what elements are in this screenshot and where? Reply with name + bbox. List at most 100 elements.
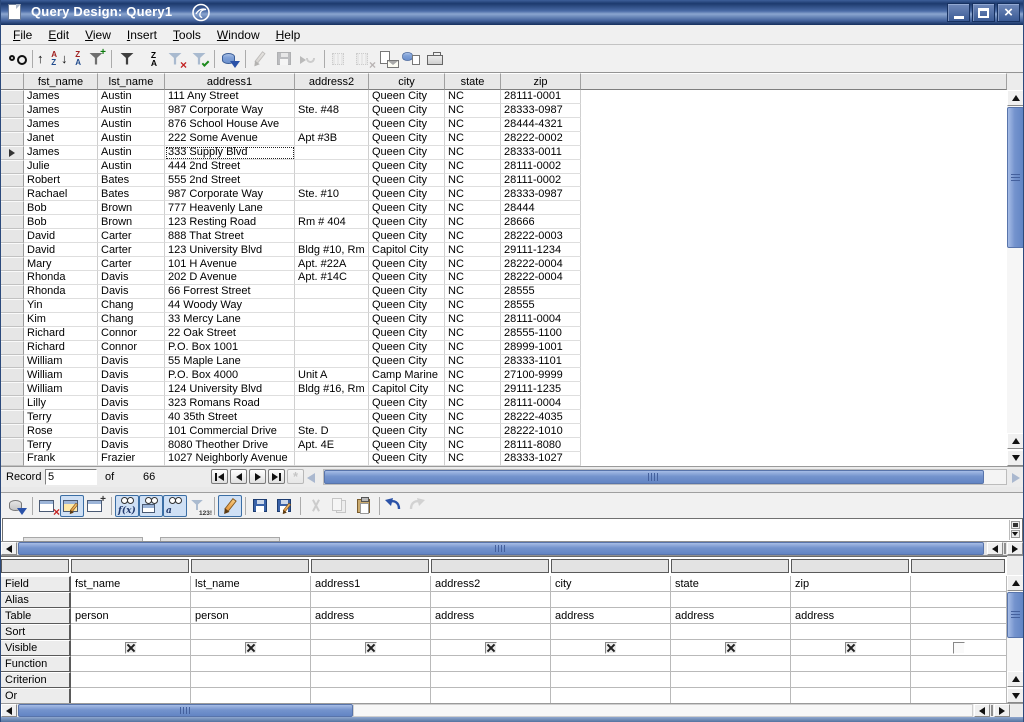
table-cell[interactable]: 28444-4321 [501, 118, 581, 132]
design-cell-criterion[interactable] [671, 672, 791, 688]
design-cell-field[interactable]: lst_name [191, 576, 311, 592]
table-cell[interactable]: NC [445, 452, 501, 466]
table-cell[interactable]: Apt. #22A [295, 257, 369, 271]
apply-filter-icon[interactable] [187, 48, 211, 70]
table-cell[interactable]: 28222-0002 [501, 132, 581, 146]
row-selector[interactable] [1, 341, 24, 355]
table-cell[interactable] [295, 285, 369, 299]
table-cell[interactable]: Lilly [24, 396, 98, 410]
design-cell-or[interactable] [671, 688, 791, 704]
table-cell[interactable]: Queen City [369, 132, 445, 146]
table-cell[interactable]: Apt. #14C [295, 271, 369, 285]
table-cell[interactable]: Chang [98, 299, 165, 313]
sort-ascending-icon[interactable]: ↑AZ [36, 48, 60, 70]
table-cell[interactable]: 28333-0987 [501, 104, 581, 118]
table-cell[interactable]: NC [445, 243, 501, 257]
column-header-zip[interactable]: zip [501, 73, 581, 90]
row-selector[interactable] [1, 396, 24, 410]
table-cell[interactable]: Austin [98, 90, 165, 104]
table-cell[interactable]: 28111-0004 [501, 396, 581, 410]
table-cell[interactable]: Austin [98, 160, 165, 174]
refresh-icon[interactable] [218, 48, 242, 70]
design-view-on-off-icon[interactable] [60, 495, 84, 517]
column-header-address1[interactable]: address1 [165, 73, 295, 90]
table-cell[interactable]: Richard [24, 327, 98, 341]
design-cell-table[interactable]: address [791, 608, 911, 624]
save-icon[interactable] [249, 495, 273, 517]
table-cell[interactable]: Davis [98, 396, 165, 410]
table-cell[interactable]: Bob [24, 201, 98, 215]
design-cell-visible[interactable] [671, 640, 791, 656]
table-cell[interactable]: 40 35th Street [165, 410, 295, 424]
design-cell-visible[interactable] [71, 640, 191, 656]
design-column-header[interactable] [431, 559, 549, 573]
design-cell-alias[interactable] [671, 592, 791, 608]
table-cell[interactable]: Queen City [369, 313, 445, 327]
table-cell[interactable]: NC [445, 174, 501, 188]
visible-checkbox-unchecked[interactable] [953, 642, 965, 654]
last-record-button[interactable] [268, 469, 285, 484]
design-cell-sort[interactable] [431, 624, 551, 640]
design-cell-table[interactable]: address [431, 608, 551, 624]
design-cell-or[interactable] [791, 688, 911, 704]
table-cell[interactable] [295, 299, 369, 313]
table-cell[interactable]: Davis [98, 410, 165, 424]
table-cell[interactable]: Carter [98, 229, 165, 243]
scroll-left-button[interactable] [1, 704, 17, 717]
table-cell[interactable]: NC [445, 90, 501, 104]
scroll-down-step-button[interactable] [1007, 688, 1024, 703]
row-selector[interactable] [1, 271, 24, 285]
table-cell[interactable]: Queen City [369, 104, 445, 118]
table-cell[interactable]: Richard [24, 341, 98, 355]
column-header-state[interactable]: state [445, 73, 501, 90]
design-cell-function[interactable] [311, 656, 431, 672]
table-cell[interactable] [295, 146, 369, 160]
table-cell[interactable]: 124 University Blvd [165, 382, 295, 396]
design-cell-sort[interactable] [551, 624, 671, 640]
standard-filter-icon[interactable] [115, 48, 139, 70]
table-cell[interactable]: NC [445, 355, 501, 369]
design-cell-alias[interactable] [311, 592, 431, 608]
row-selector[interactable] [1, 104, 24, 118]
table-cell[interactable] [295, 118, 369, 132]
horizontal-scrollbar-thumb[interactable] [324, 470, 984, 484]
visible-checkbox-checked[interactable] [245, 642, 257, 654]
prev-record-button[interactable] [1007, 433, 1024, 449]
design-cell-sort[interactable] [311, 624, 431, 640]
table-cell[interactable]: NC [445, 396, 501, 410]
design-cell-alias[interactable] [791, 592, 911, 608]
table-cell[interactable]: 28999-1001 [501, 341, 581, 355]
first-record-button[interactable] [211, 469, 228, 484]
scrollbar-track[interactable] [353, 704, 973, 717]
distinct-values-icon[interactable]: 123! [187, 495, 211, 517]
visible-checkbox-checked[interactable] [725, 642, 737, 654]
table-cell[interactable]: Davis [98, 438, 165, 452]
scroll-left-button[interactable] [974, 704, 990, 717]
table-cell[interactable]: Rose [24, 424, 98, 438]
data-table-horizontal-scrollbar[interactable] [323, 469, 1007, 485]
table-cell[interactable]: Rhonda [24, 271, 98, 285]
table-cell[interactable]: 123 University Blvd [165, 243, 295, 257]
design-cell-criterion[interactable] [431, 672, 551, 688]
table-cell[interactable] [295, 396, 369, 410]
add-table-icon[interactable]: + [84, 495, 108, 517]
table-cell[interactable]: Queen City [369, 90, 445, 104]
table-cell[interactable]: 555 2nd Street [165, 174, 295, 188]
table-cell[interactable]: NC [445, 257, 501, 271]
table-cell[interactable]: 123 Resting Road [165, 215, 295, 229]
table-cell[interactable]: NC [445, 313, 501, 327]
find-record-icon[interactable] [5, 48, 29, 70]
table-cell[interactable]: Ste. #10 [295, 187, 369, 201]
table-cell[interactable]: 101 Commercial Drive [165, 424, 295, 438]
table-cell[interactable]: NC [445, 118, 501, 132]
row-selector[interactable] [1, 285, 24, 299]
visible-checkbox-checked[interactable] [485, 642, 497, 654]
row-selector[interactable] [1, 327, 24, 341]
table-cell[interactable]: Connor [98, 327, 165, 341]
table-cell[interactable]: NC [445, 382, 501, 396]
table-cell[interactable]: Julie [24, 160, 98, 174]
row-selector[interactable] [1, 424, 24, 438]
design-cell-function[interactable] [911, 656, 1007, 672]
design-cell-sort[interactable] [911, 624, 1007, 640]
table-cell[interactable]: P.O. Box 1001 [165, 341, 295, 355]
